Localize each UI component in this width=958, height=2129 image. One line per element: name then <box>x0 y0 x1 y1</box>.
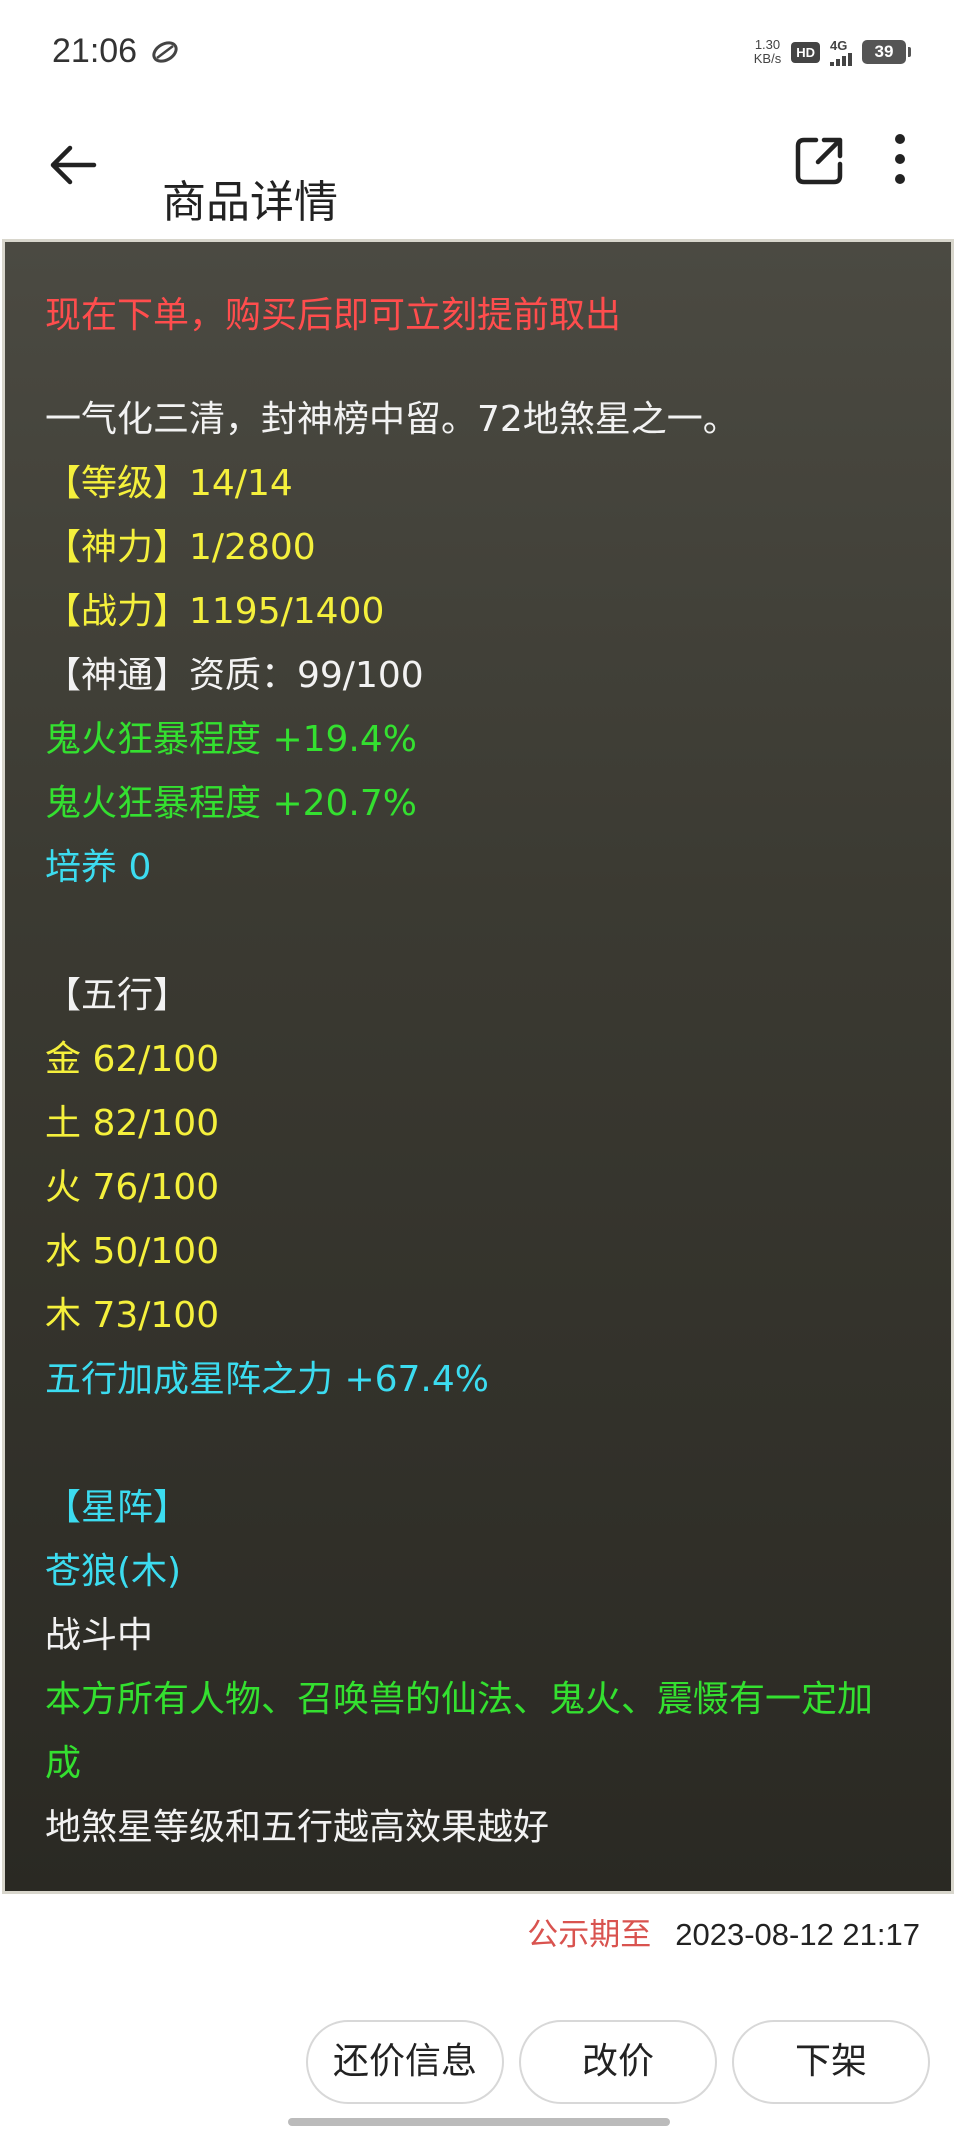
status-time: 21:06 <box>52 32 138 70</box>
publicity-date: 2023-08-12 21:17 <box>675 1917 920 1952</box>
detail-line: 火 76/100 <box>45 1167 220 1208</box>
publicity-label: 公示期至 <box>527 1917 652 1953</box>
detail-line: 培养 0 <box>45 847 152 888</box>
detail-line: 地煞星等级和五行越高效果越好 <box>45 1807 550 1848</box>
detail-line: 本方所有人物、召唤兽的仙法、鬼火、震慑有一定加 <box>45 1679 874 1720</box>
leaf-notification-icon <box>152 41 178 63</box>
counter-offer-button[interactable]: 还价信息 <box>306 2020 504 2104</box>
signal-bars <box>830 52 852 66</box>
detail-line: 【战力】1195/1400 <box>45 591 385 632</box>
arrow-left-icon <box>50 145 97 185</box>
detail-line: 现在下单，购买后即可立刻提前取出 <box>45 295 622 336</box>
detail-line: 鬼火狂暴程度 +19.4% <box>45 719 417 760</box>
detail-line: 苍狼(木) <box>45 1551 182 1592</box>
item-detail-card: 现在下单，购买后即可立刻提前取出 一气化三清，封神榜中留。72地煞星之一。 【等… <box>2 239 954 1894</box>
detail-line: 【五行】 <box>45 975 190 1016</box>
status-indicators: 1.30 KB/s HD 4G 39 <box>754 34 911 70</box>
detail-line: 五行加成星阵之力 +67.4% <box>45 1359 489 1400</box>
page-title: 商品详情 <box>162 177 338 228</box>
detail-line: 【神通】资质：99/100 <box>45 655 424 696</box>
change-price-button[interactable]: 改价 <box>519 2020 717 2104</box>
more-options-button[interactable] <box>880 130 920 190</box>
detail-line: 【星阵】 <box>45 1487 190 1528</box>
detail-line: 金 62/100 <box>45 1039 220 1080</box>
more-vertical-icon <box>895 134 905 184</box>
hd-badge: HD <box>791 41 820 63</box>
detail-line: 成 <box>45 1743 82 1784</box>
detail-line: 【等级】14/14 <box>45 463 293 504</box>
detail-line: 土 82/100 <box>45 1103 220 1144</box>
status-bar: 21:06 1.30 KB/s HD 4G 39 <box>0 0 958 100</box>
detail-line: 鬼火狂暴程度 +20.7% <box>45 783 417 824</box>
share-external-icon <box>795 137 843 185</box>
delist-button[interactable]: 下架 <box>732 2020 930 2104</box>
network-speed-unit: KB/s <box>753 51 782 66</box>
detail-line: 【神力】1/2800 <box>45 527 316 568</box>
network-speed-value: 1.30 <box>754 37 781 52</box>
signal-icon: 4G <box>830 39 852 66</box>
detail-line: 木 73/100 <box>45 1295 220 1336</box>
detail-line: 水 50/100 <box>45 1231 220 1272</box>
back-button[interactable] <box>38 130 108 200</box>
battery-icon: 39 <box>862 40 911 64</box>
share-button[interactable] <box>790 130 850 190</box>
home-indicator[interactable] <box>288 2118 670 2126</box>
app-bar: 商品详情 <box>0 100 958 240</box>
detail-line: 一气化三清，封神榜中留。72地煞星之一。 <box>45 399 739 440</box>
battery-level: 39 <box>874 42 894 61</box>
detail-line: 战斗中 <box>45 1615 154 1656</box>
network-speed: 1.30 KB/s <box>754 38 781 66</box>
publicity-period: 公示期至 2023-08-12 21:17 <box>527 1915 920 1955</box>
network-type: 4G <box>830 37 848 53</box>
